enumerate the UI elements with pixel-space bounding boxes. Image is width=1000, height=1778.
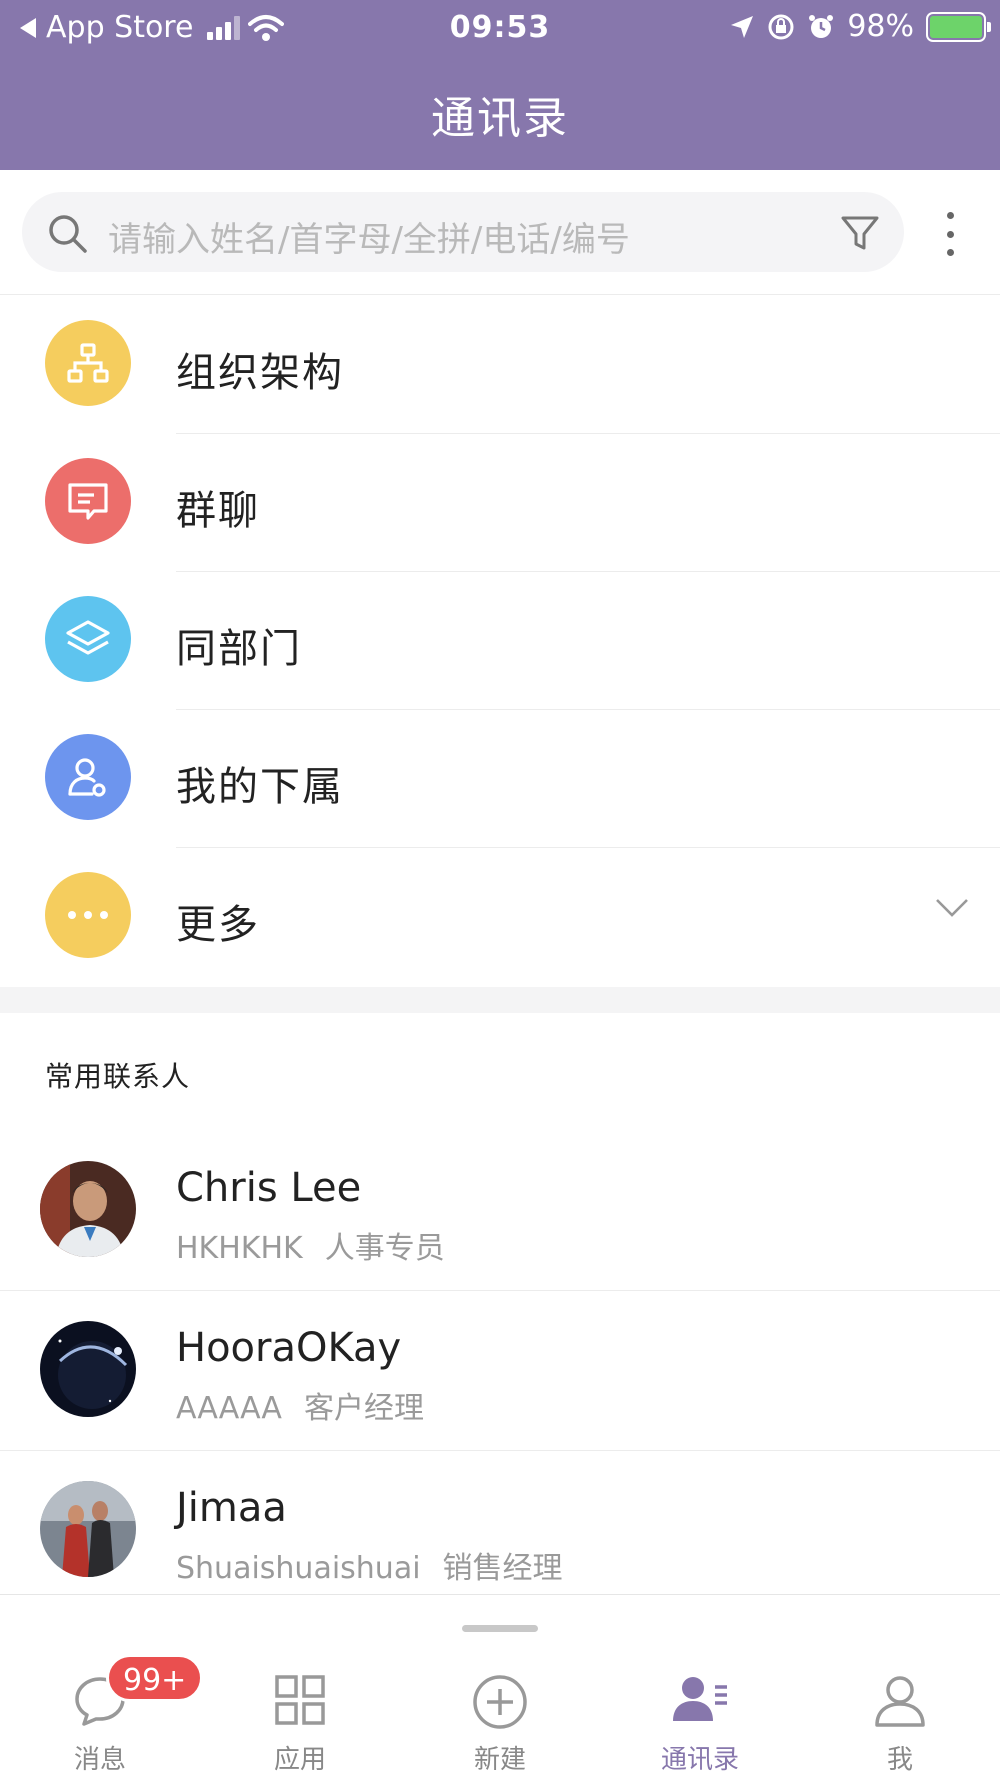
contact-role: 客户经理	[303, 1391, 424, 1426]
tab-create[interactable]: 新建	[400, 1673, 600, 1775]
menu-label: 同部门	[176, 626, 302, 672]
location-arrow-icon	[731, 15, 754, 38]
page-title: 通讯录	[431, 93, 569, 144]
rotation-lock-icon	[768, 14, 794, 39]
battery-icon	[926, 11, 991, 42]
contact-row[interactable]: Chris Lee HKHKHK 人事专员	[0, 1131, 1000, 1291]
menu-label: 群聊	[176, 488, 260, 534]
status-bar: App Store 09:53 98%	[0, 0, 1000, 56]
menu-label: 我的下属	[176, 764, 344, 810]
add-circle-icon	[473, 1675, 527, 1729]
contact-row[interactable]: HooraOKay AAAAA 客户经理	[0, 1291, 1000, 1451]
top-bar: App Store 09:53 98% 通讯录	[0, 0, 1000, 170]
tab-label: 应用	[273, 1745, 326, 1775]
menu-item-same-department[interactable]: 同部门	[0, 572, 1000, 710]
contact-row[interactable]: Jimaa Shuaishuaishuai 销售经理	[0, 1451, 1000, 1611]
search-input[interactable]: 请输入姓名/首字母/全拼/电话/编号	[22, 192, 904, 272]
contact-name: Chris Lee	[176, 1165, 362, 1211]
tab-apps[interactable]: 应用	[200, 1673, 400, 1775]
contact-dept: Shuaishuaishuai	[176, 1551, 421, 1586]
org-chart-icon	[45, 320, 131, 406]
contacts-icon	[673, 1677, 727, 1721]
chat-icon	[45, 458, 131, 544]
unread-badge: 99+	[106, 1654, 204, 1702]
menu-label: 更多	[176, 902, 260, 948]
layers-icon	[45, 596, 131, 682]
alarm-icon	[809, 14, 834, 38]
filter-icon[interactable]	[840, 213, 880, 253]
chevron-down-icon[interactable]	[934, 896, 970, 920]
subordinate-icon	[45, 734, 131, 820]
drag-handle[interactable]	[462, 1625, 538, 1632]
menu-item-my-subordinates[interactable]: 我的下属	[0, 710, 1000, 848]
tab-label: 消息	[73, 1745, 126, 1775]
tab-label: 通讯录	[660, 1745, 739, 1775]
more-dots-icon	[45, 872, 131, 958]
contact-role: 销售经理	[442, 1551, 563, 1586]
apps-grid-icon	[275, 1675, 325, 1725]
search-placeholder: 请输入姓名/首字母/全拼/电话/编号	[108, 220, 630, 260]
contact-meta: HKHKHK 人事专员	[176, 1223, 445, 1267]
menu-item-org-structure[interactable]: 组织架构	[0, 296, 1000, 434]
frequent-contacts-title: 常用联系人	[45, 1060, 191, 1093]
menu-item-group-chat[interactable]: 群聊	[0, 434, 1000, 572]
search-row: 请输入姓名/首字母/全拼/电话/编号	[0, 170, 1000, 295]
tab-me[interactable]: 我	[800, 1673, 1000, 1775]
contacts-menu: 组织架构 群聊 同部门 我的下属 更多	[0, 296, 1000, 986]
frequent-contacts-list: Chris Lee HKHKHK 人事专员 HooraOKay AAAAA 客户经理	[0, 1131, 1000, 1611]
section-divider	[0, 987, 1000, 1013]
avatar	[40, 1161, 136, 1257]
tab-contacts[interactable]: 通讯录	[600, 1673, 800, 1775]
contact-meta: AAAAA 客户经理	[176, 1383, 424, 1427]
battery-percent: 98%	[847, 9, 914, 44]
contact-role: 人事专员	[324, 1231, 445, 1266]
contact-name: Jimaa	[176, 1485, 287, 1531]
contact-dept: HKHKHK	[176, 1231, 303, 1266]
tab-label: 我	[886, 1745, 913, 1775]
contact-name: HooraOKay	[176, 1325, 402, 1371]
menu-item-more[interactable]: 更多	[0, 848, 1000, 986]
avatar	[40, 1481, 136, 1577]
more-options-icon[interactable]	[940, 212, 960, 256]
person-icon	[875, 1676, 925, 1727]
menu-label: 组织架构	[176, 350, 344, 396]
status-right: 98%	[729, 9, 991, 44]
contact-dept: AAAAA	[176, 1391, 282, 1426]
search-icon	[49, 215, 87, 253]
avatar	[40, 1321, 136, 1417]
contact-meta: Shuaishuaishuai 销售经理	[176, 1543, 563, 1587]
tab-label: 新建	[473, 1745, 526, 1775]
